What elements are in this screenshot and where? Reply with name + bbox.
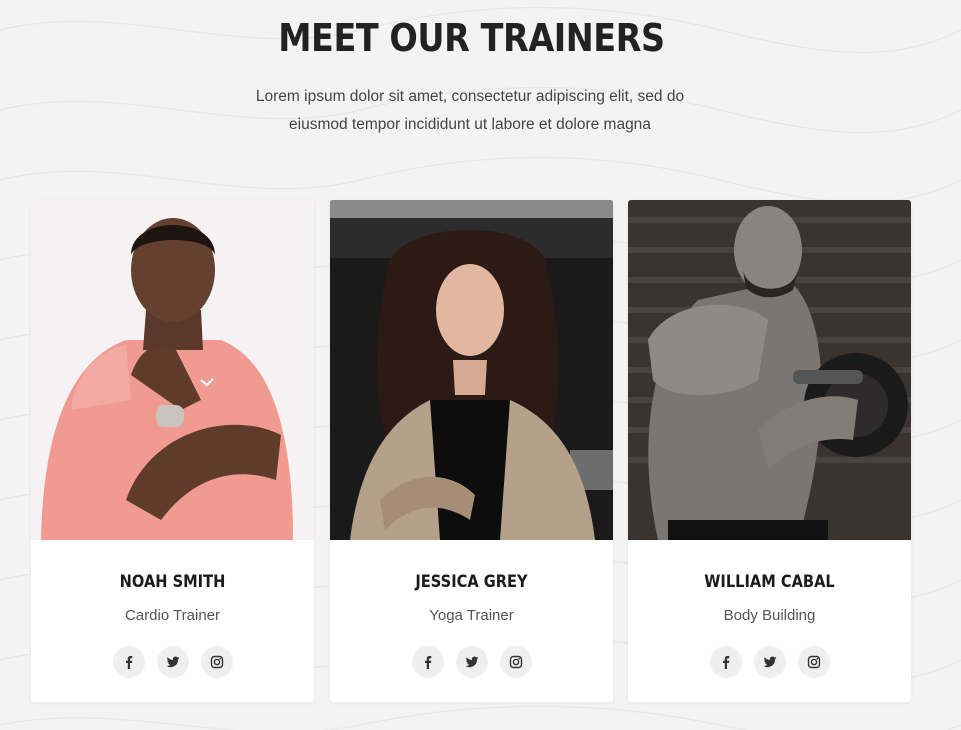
social-links <box>330 646 613 678</box>
trainers-section: MEET OUR TRAINERS Lorem ipsum dolor sit … <box>0 0 961 730</box>
trainer-name: WILLIAM CABAL <box>704 572 835 592</box>
facebook-icon <box>722 656 729 669</box>
instagram-link[interactable] <box>200 646 233 678</box>
facebook-icon <box>125 656 132 669</box>
social-links <box>31 646 314 678</box>
twitter-icon <box>465 656 478 668</box>
twitter-link[interactable] <box>156 646 189 678</box>
trainer-role: Yoga Trainer <box>429 607 514 624</box>
trainer-photo <box>628 200 911 540</box>
social-links <box>628 646 911 678</box>
instagram-link[interactable] <box>499 646 532 678</box>
twitter-icon <box>763 656 776 668</box>
twitter-link[interactable] <box>753 646 786 678</box>
facebook-icon <box>424 656 431 669</box>
trainer-photo <box>31 200 314 540</box>
twitter-icon <box>166 656 179 668</box>
section-title: MEET OUR TRAINERS <box>278 16 665 60</box>
instagram-link[interactable] <box>797 646 830 678</box>
instagram-icon <box>807 655 820 669</box>
facebook-link[interactable] <box>112 646 145 678</box>
trainer-card: NOAH SMITH Cardio Trainer <box>31 200 314 702</box>
facebook-link[interactable] <box>709 646 742 678</box>
facebook-link[interactable] <box>411 646 444 678</box>
instagram-icon <box>509 655 522 669</box>
section-subtitle: Lorem ipsum dolor sit amet, consectetur … <box>255 88 685 133</box>
trainer-photo <box>330 200 613 540</box>
trainer-card: JESSICA GREY Yoga Trainer <box>330 200 613 702</box>
twitter-link[interactable] <box>455 646 488 678</box>
trainer-card: WILLIAM CABAL Body Building <box>628 200 911 702</box>
instagram-icon <box>210 655 223 669</box>
trainer-name: NOAH SMITH <box>119 572 226 592</box>
trainer-role: Body Building <box>723 607 816 624</box>
trainer-name: JESSICA GREY <box>415 572 528 592</box>
trainer-role: Cardio Trainer <box>124 607 221 624</box>
